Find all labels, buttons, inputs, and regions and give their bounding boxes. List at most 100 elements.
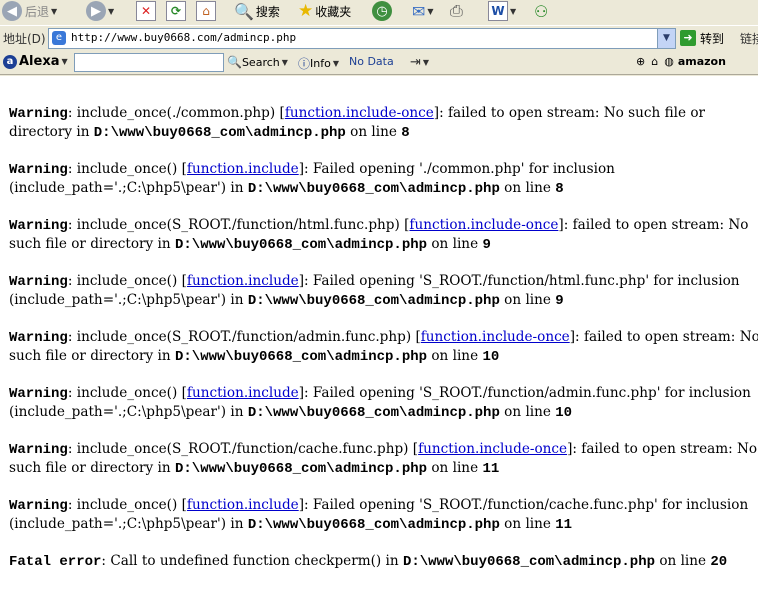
refresh-button[interactable]: ⟳	[166, 0, 186, 22]
alexa-tool-icons: ⊕ ⌂ ◍ amazon	[636, 55, 726, 68]
error-line: 9	[555, 293, 564, 309]
error-kind: Warning	[9, 442, 68, 458]
doc-link[interactable]: function.include	[187, 273, 299, 289]
chevron-down-icon: ▼	[61, 57, 68, 66]
error-text: include_once(S_ROOT./function/cache.func…	[76, 441, 419, 457]
history-button[interactable]: ◷	[372, 0, 392, 22]
history-icon: ◷	[372, 1, 392, 21]
lock-icon[interactable]: ⌂	[651, 55, 658, 68]
stop-button[interactable]: ✕	[136, 0, 156, 22]
error-path: D:\www\buy0668_com\admincp.php	[247, 181, 500, 197]
address-label: 地址(D)	[3, 32, 46, 46]
error-kind: Warning	[9, 274, 68, 290]
chevron-down-icon[interactable]: ▼	[657, 29, 675, 48]
chevron-down-icon: ▼	[51, 6, 58, 16]
error-text: include_once() [	[76, 273, 187, 289]
star-icon: ★	[298, 1, 314, 21]
doc-link[interactable]: function.include-once	[409, 217, 558, 233]
error-text: on line	[345, 124, 402, 140]
error-text: on line	[499, 180, 556, 196]
redirect-icon: ⇥	[410, 55, 421, 70]
search-icon: 🔍	[227, 55, 242, 69]
home-button[interactable]: ⌂	[196, 0, 216, 22]
error-message: Warning: include_once() [function.includ…	[9, 497, 753, 533]
doc-link[interactable]: function.include-once	[421, 329, 570, 345]
error-kind: Fatal error	[9, 554, 102, 570]
stop-icon: ✕	[136, 1, 156, 21]
word-icon: W	[488, 1, 508, 21]
error-text: include_once() [	[76, 385, 187, 401]
doc-link[interactable]: function.include-once	[418, 441, 567, 457]
error-kind: Warning	[9, 106, 68, 122]
error-message: Warning: include_once(./common.php) [fun…	[9, 105, 710, 141]
alexa-nav-button[interactable]: ⇥ ▼	[410, 55, 429, 70]
error-text: on line	[427, 348, 483, 364]
go-button[interactable]: ➜ 转到	[680, 29, 724, 47]
alexa-logo[interactable]: a Alexa ▼	[3, 54, 68, 69]
error-line: 10	[482, 349, 500, 365]
error-path: D:\www\buy0668_com\admincp.php	[174, 237, 428, 253]
error-path: D:\www\buy0668_com\admincp.php	[174, 349, 428, 365]
error-path: D:\www\buy0668_com\admincp.php	[402, 554, 655, 570]
page-content: Warning: include_once(./common.php) [fun…	[9, 104, 758, 589]
go-arrow-icon: ➜	[680, 30, 696, 46]
sitemap-icon[interactable]: ⊕	[636, 55, 645, 68]
links-button[interactable]: 链接	[740, 30, 758, 47]
printer-icon: ⎙	[450, 1, 463, 20]
globe-icon[interactable]: ◍	[664, 55, 674, 68]
error-path: D:\www\buy0668_com\admincp.php	[93, 125, 346, 141]
back-arrow-icon: ◀	[2, 1, 22, 21]
error-path: D:\www\buy0668_com\admincp.php	[174, 461, 428, 477]
error-line: 11	[482, 461, 500, 477]
messenger-button[interactable]: ⚇	[534, 0, 548, 22]
mail-button[interactable]: ✉ ▼	[412, 0, 434, 22]
forward-button[interactable]: ▶ ▼	[86, 0, 114, 22]
doc-link[interactable]: function.include-once	[285, 105, 434, 121]
error-text: include_once() [	[76, 497, 187, 513]
alexa-search-input[interactable]	[74, 53, 224, 72]
error-line: 9	[482, 237, 491, 253]
error-kind: Warning	[9, 498, 68, 514]
address-url: http://www.buy0668.com/admincp.php	[71, 31, 297, 44]
search-button[interactable]: 🔍 搜索	[234, 0, 280, 22]
error-message: Warning: include_once() [function.includ…	[9, 273, 744, 309]
error-message: Warning: include_once(S_ROOT./function/c…	[9, 440, 758, 478]
edit-button[interactable]: W ▼	[488, 0, 516, 22]
amazon-button[interactable]: amazon	[678, 55, 726, 68]
info-icon: ⓘ	[298, 57, 311, 71]
back-button[interactable]: ◀ 后退 ▼	[2, 0, 57, 22]
doc-link[interactable]: function.include	[187, 497, 299, 513]
error-text: on line	[499, 404, 556, 420]
error-path: D:\www\buy0668_com\admincp.php	[247, 517, 500, 533]
error-line: 11	[555, 517, 573, 533]
chevron-down-icon: ▼	[427, 6, 434, 16]
chevron-down-icon: ▼	[332, 59, 339, 68]
browser-chrome: ◀ 后退 ▼ ▶ ▼ ✕ ⟳ ⌂ 🔍 搜索 ★ 收藏夹 ◷ ✉ ▼ ⎙ W ▼ …	[0, 0, 758, 76]
error-message: Warning: include_once(S_ROOT./function/h…	[9, 217, 753, 253]
alexa-info-button[interactable]: ⓘ Info ▼	[298, 55, 339, 72]
doc-link[interactable]: function.include	[187, 385, 299, 401]
error-path: D:\www\buy0668_com\admincp.php	[247, 293, 500, 309]
search-icon: 🔍	[234, 1, 254, 21]
error-message: Warning: include_once() [function.includ…	[9, 385, 756, 421]
error-kind: Warning	[9, 218, 68, 234]
print-button[interactable]: ⎙	[450, 0, 463, 22]
alexa-search-button[interactable]: 🔍 Search ▼	[227, 55, 288, 69]
error-message: Warning: include_once(S_ROOT./function/a…	[9, 328, 758, 366]
error-kind: Warning	[9, 386, 68, 402]
error-path: D:\www\buy0668_com\admincp.php	[247, 405, 500, 421]
doc-link[interactable]: function.include	[187, 161, 299, 177]
error-text: include_once(S_ROOT./function/admin.func…	[76, 329, 421, 345]
chevron-down-icon: ▼	[510, 6, 517, 16]
mail-icon: ✉	[412, 1, 426, 21]
error-kind: Warning	[9, 330, 68, 346]
chevron-down-icon: ▼	[108, 6, 115, 16]
error-text: on line	[655, 553, 711, 569]
address-input[interactable]: e http://www.buy0668.com/admincp.php ▼	[48, 28, 676, 49]
error-line: 8	[401, 125, 410, 141]
error-text: on line	[427, 236, 483, 252]
favorites-button[interactable]: ★ 收藏夹	[298, 0, 351, 22]
error-text: include_once(./common.php) [	[76, 105, 285, 121]
error-line: 20	[710, 554, 728, 570]
home-icon: ⌂	[196, 1, 216, 21]
